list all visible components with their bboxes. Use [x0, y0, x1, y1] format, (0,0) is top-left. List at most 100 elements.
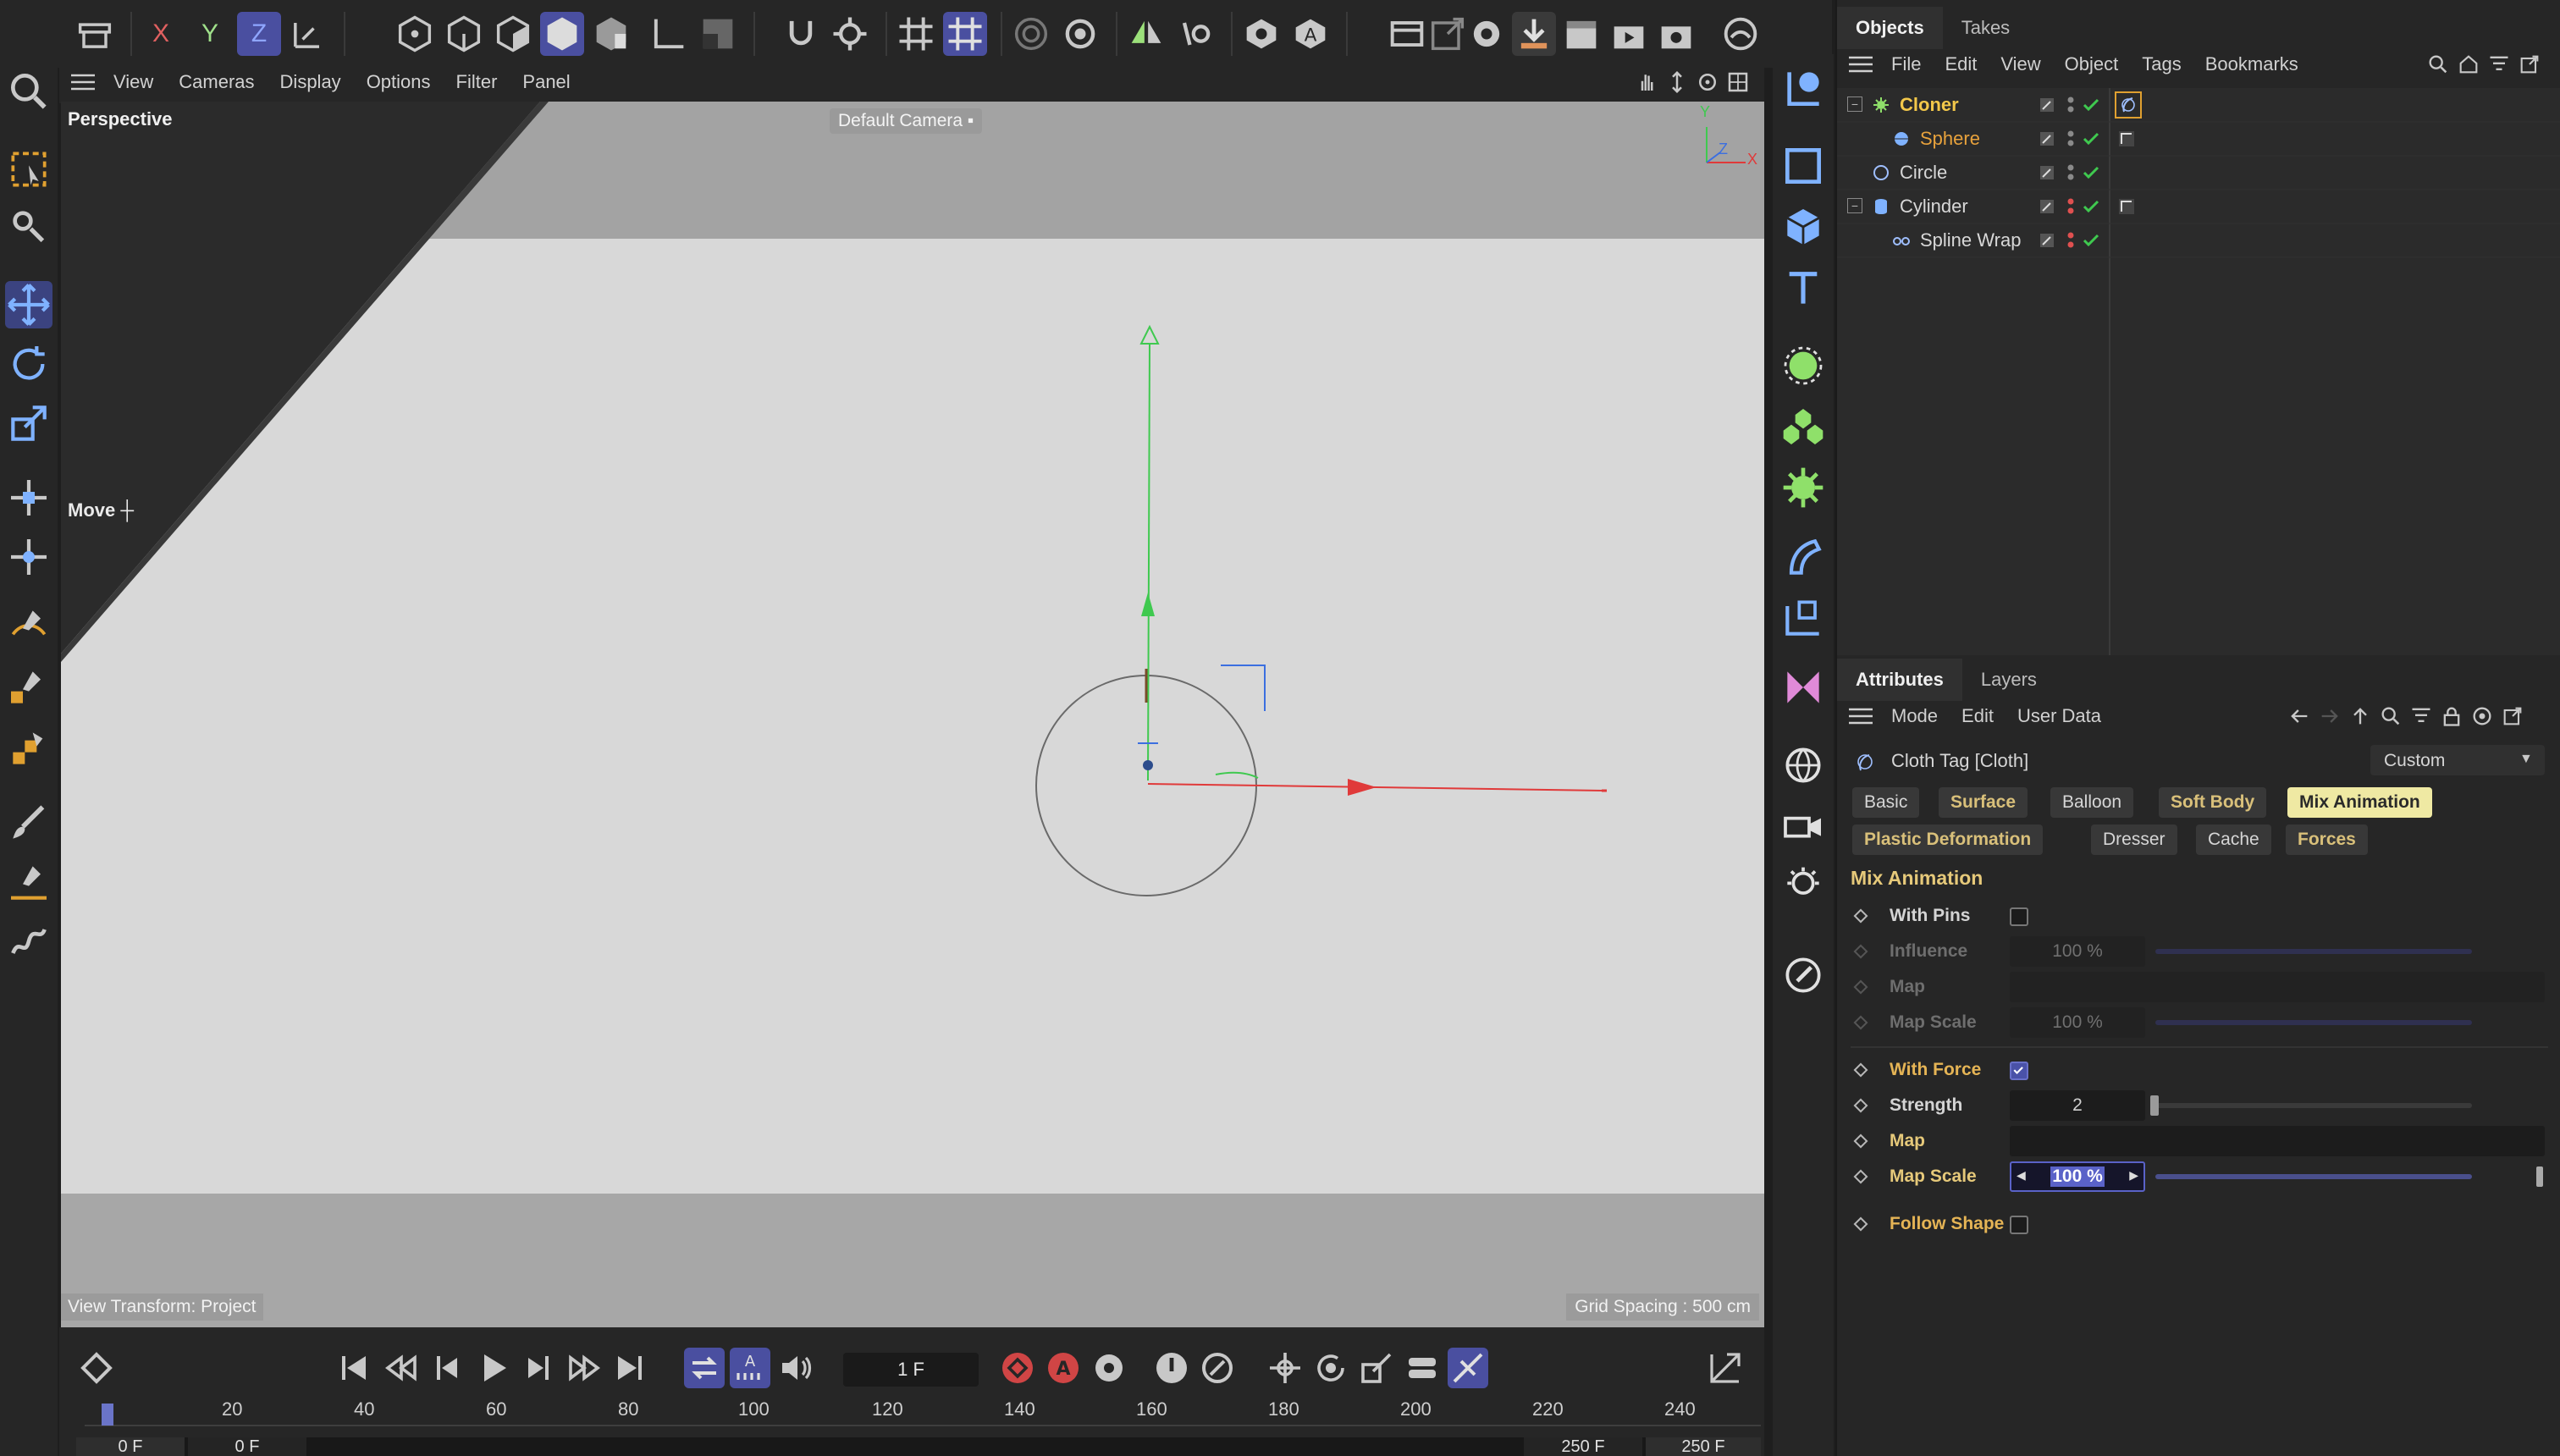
snap-icon[interactable] — [779, 12, 823, 56]
pan-view-icon[interactable] — [1634, 69, 1659, 95]
keyframe-diamond-icon[interactable] — [1853, 1216, 1868, 1232]
visibility-dots-icon[interactable] — [2061, 129, 2081, 149]
tab-objects[interactable]: Objects — [1837, 7, 1943, 49]
tweak-tool-icon[interactable] — [5, 203, 52, 251]
object-row-sphere[interactable]: Sphere — [1837, 122, 2560, 156]
viewport-menu-display[interactable]: Display — [280, 71, 341, 93]
rotate-tool-icon[interactable] — [5, 340, 52, 388]
snap-settings-icon[interactable] — [828, 12, 872, 56]
visibility-icon[interactable] — [1239, 12, 1283, 56]
camera-label[interactable]: Default Camera ▪ — [830, 108, 983, 134]
sound-icon[interactable] — [775, 1348, 816, 1388]
up-arrow-icon[interactable] — [2348, 704, 2372, 728]
cube-primitive-icon[interactable] — [1779, 203, 1827, 251]
preview-end-field[interactable]: 250 F — [1524, 1437, 1642, 1456]
tab-attributes[interactable]: Attributes — [1837, 659, 1962, 701]
tab-button-forces[interactable]: Forces — [2286, 825, 2368, 855]
attributes-new-window-icon[interactable] — [2501, 704, 2524, 728]
visibility-dots-icon[interactable] — [2061, 163, 2081, 183]
spline-rectangle-icon[interactable] — [1779, 142, 1827, 190]
expand-toggle-icon[interactable]: − — [1847, 198, 1862, 213]
objects-hamburger-icon[interactable] — [1849, 55, 1873, 74]
increment-arrow-icon[interactable]: ▶ — [2129, 1168, 2138, 1183]
viewport-menu-options[interactable]: Options — [367, 71, 431, 93]
polygons-mode-icon[interactable] — [491, 12, 535, 56]
with-pins-checkbox[interactable] — [2010, 907, 2028, 926]
soft-selection-settings-icon[interactable] — [1058, 12, 1102, 56]
timeline-ruler[interactable]: 20 40 60 80 100 120 140 160 180 200 220 … — [85, 1397, 1761, 1431]
key-mode-icon[interactable] — [76, 1348, 117, 1388]
keyframe-diamond-icon[interactable] — [1853, 1062, 1868, 1078]
mograph-effector-icon[interactable] — [1779, 464, 1827, 511]
expand-toggle-icon[interactable]: − — [1847, 97, 1862, 112]
objects-menu-view[interactable]: View — [2000, 53, 2040, 75]
attributes-filter-icon[interactable] — [2409, 704, 2433, 728]
tab-button-plastic-deformation[interactable]: Plastic Deformation — [1852, 825, 2044, 855]
loop-icon[interactable] — [684, 1348, 725, 1388]
redshift-icon[interactable] — [1719, 12, 1763, 56]
auto-keying-icon[interactable]: A — [1288, 12, 1332, 56]
render-queue-icon[interactable] — [1512, 12, 1556, 56]
scene-environment-icon[interactable] — [1779, 742, 1827, 789]
objects-search-icon[interactable] — [2426, 52, 2450, 76]
keyframe-selection-icon[interactable] — [1089, 1348, 1129, 1388]
keyframe-diamond-icon[interactable] — [1853, 1169, 1868, 1184]
enabled-check-icon[interactable] — [2081, 129, 2101, 149]
move-tool-icon[interactable] — [5, 281, 52, 328]
knife-icon[interactable] — [5, 858, 52, 906]
sculpt-icon[interactable] — [5, 918, 52, 965]
timeline-expand-icon[interactable] — [1705, 1348, 1746, 1388]
objects-menu-bookmarks[interactable]: Bookmarks — [2205, 53, 2298, 75]
tab-button-soft-body[interactable]: Soft Body — [2159, 787, 2267, 818]
viewport-menu-panel[interactable]: Panel — [522, 71, 570, 93]
camera-object-icon[interactable] — [1779, 802, 1827, 850]
key-rotation-icon[interactable] — [1310, 1348, 1351, 1388]
map-scale-2-slider[interactable] — [2155, 1174, 2472, 1179]
map-scale-slider[interactable] — [2155, 1020, 2472, 1025]
external-render-icon[interactable] — [1426, 12, 1470, 56]
previous-key-icon[interactable] — [381, 1348, 422, 1388]
autokey-icon[interactable]: A — [1043, 1348, 1084, 1388]
edit-toggle-icon[interactable] — [2037, 95, 2057, 115]
range-end-field[interactable]: 250 F — [1646, 1437, 1761, 1456]
map-2-link-field[interactable] — [2010, 1126, 2545, 1156]
follow-shape-checkbox[interactable] — [2010, 1216, 2028, 1234]
render-settings-icon[interactable] — [1465, 12, 1509, 56]
tab-button-dresser[interactable]: Dresser — [2091, 825, 2177, 855]
objects-new-window-icon[interactable] — [2518, 52, 2541, 76]
object-row-cylinder[interactable]: − Cylinder — [1837, 190, 2560, 223]
viewport-menu-filter[interactable]: Filter — [456, 71, 498, 93]
with-force-checkbox[interactable] — [2010, 1062, 2028, 1080]
enabled-check-icon[interactable] — [2081, 95, 2101, 115]
key-parameter-icon[interactable] — [1402, 1348, 1443, 1388]
next-key-icon[interactable] — [564, 1348, 604, 1388]
key-position-icon[interactable] — [1265, 1348, 1305, 1388]
strength-slider[interactable] — [2155, 1103, 2472, 1108]
map-link-field[interactable] — [2010, 972, 2545, 1002]
keyframe-diamond-icon[interactable] — [1853, 1015, 1868, 1030]
tab-button-cache[interactable]: Cache — [2196, 825, 2271, 855]
tab-button-basic[interactable]: Basic — [1852, 787, 1920, 818]
null-object-icon[interactable] — [1779, 64, 1827, 112]
render-region-icon[interactable] — [1654, 12, 1698, 56]
light-object-icon[interactable] — [1779, 863, 1827, 911]
visibility-dots-icon[interactable] — [2061, 230, 2081, 251]
map-scale-2-field[interactable]: ◀ 100 % ▶ — [2010, 1161, 2145, 1192]
enabled-check-icon[interactable] — [2081, 163, 2101, 183]
axis-mode-icon[interactable] — [647, 12, 691, 56]
phong-tag-icon[interactable] — [2116, 196, 2137, 217]
motion-settings-icon[interactable] — [1197, 1348, 1238, 1388]
strength-slider-handle[interactable] — [2150, 1095, 2159, 1116]
preset-dropdown[interactable]: Custom ▼ — [2370, 745, 2545, 775]
visibility-dots-icon[interactable] — [2061, 95, 2081, 115]
phong-tag-icon[interactable] — [2116, 129, 2137, 149]
hamburger-menu-icon[interactable] — [71, 73, 95, 91]
view-name-label[interactable]: Perspective — [68, 108, 173, 130]
render-picture-viewer-icon[interactable] — [1385, 12, 1429, 56]
maximize-view-icon[interactable] — [1725, 69, 1751, 95]
solo-mode-icon[interactable] — [696, 12, 740, 56]
objects-filter-icon[interactable] — [2487, 52, 2511, 76]
record-keyframe-icon[interactable] — [997, 1348, 1038, 1388]
tab-layers[interactable]: Layers — [1962, 659, 2055, 701]
field-object-icon[interactable] — [1779, 594, 1827, 642]
